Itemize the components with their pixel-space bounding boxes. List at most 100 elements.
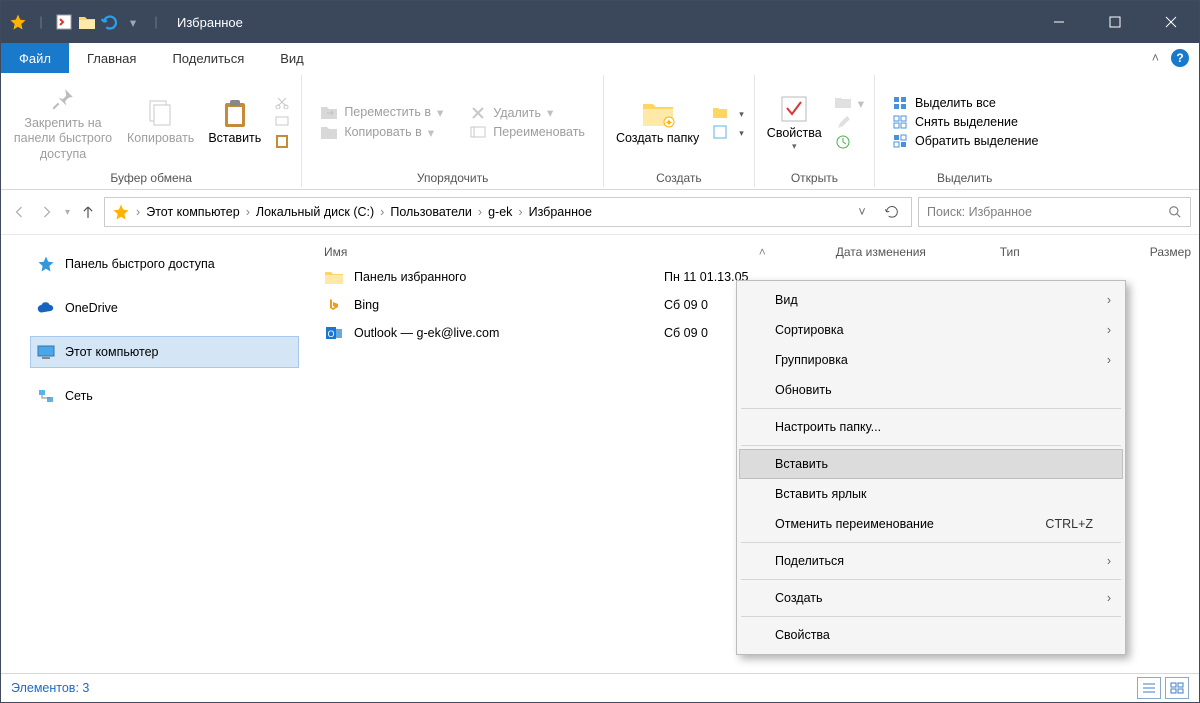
col-type[interactable]: Тип bbox=[1000, 245, 1150, 259]
new-item-icon bbox=[711, 107, 729, 119]
group-label: Буфер обмена bbox=[7, 169, 295, 187]
recent-dropdown[interactable]: ▾ bbox=[65, 207, 70, 218]
maximize-button[interactable] bbox=[1087, 1, 1143, 43]
menu-separator bbox=[741, 542, 1121, 543]
address-dropdown[interactable]: ˅ bbox=[847, 198, 877, 226]
menu-paste[interactable]: Вставить bbox=[739, 449, 1123, 479]
copy-button[interactable]: Копировать bbox=[121, 93, 200, 151]
breadcrumb-pc[interactable]: Этот компьютер› bbox=[143, 205, 253, 219]
help-icon[interactable]: ? bbox=[1171, 49, 1189, 67]
sidebar-item-this-pc[interactable]: Этот компьютер bbox=[31, 337, 298, 367]
breadcrumb-fav[interactable]: Избранное bbox=[526, 205, 595, 219]
breadcrumb-root[interactable]: › bbox=[109, 203, 143, 221]
invert-selection-button[interactable]: Обратить выделение bbox=[887, 133, 1042, 149]
group-clipboard: Закрепить на панели быстрого доступа Коп… bbox=[1, 75, 302, 187]
minimize-button[interactable] bbox=[1031, 1, 1087, 43]
separator-icon: | bbox=[145, 11, 167, 33]
collapse-ribbon-icon[interactable]: ˄ bbox=[1152, 51, 1159, 65]
rename-button[interactable]: Переименовать bbox=[465, 124, 589, 140]
menu-view[interactable]: Вид› bbox=[739, 285, 1123, 315]
titlebar: | ▾ | Избранное bbox=[1, 1, 1199, 43]
cut-button[interactable] bbox=[269, 94, 295, 110]
group-new: ✦ Создать папку Создать bbox=[604, 75, 755, 187]
menu-undo-rename[interactable]: Отменить переименованиеCTRL+Z bbox=[739, 509, 1123, 539]
tab-view[interactable]: Вид bbox=[262, 43, 322, 73]
copy-path-button[interactable] bbox=[269, 113, 295, 129]
open-button[interactable]: ▾ bbox=[830, 95, 868, 112]
breadcrumb-user[interactable]: g-ek› bbox=[485, 205, 526, 219]
new-item-button[interactable] bbox=[707, 105, 748, 121]
copyto-icon bbox=[320, 125, 338, 139]
cut-icon bbox=[273, 95, 291, 109]
sidebar-item-onedrive[interactable]: OneDrive bbox=[31, 293, 298, 323]
move-icon bbox=[320, 105, 338, 119]
delete-button[interactable]: Удалить ▾ bbox=[465, 104, 589, 121]
paste-shortcut-icon bbox=[273, 133, 291, 149]
paste-shortcut-button[interactable] bbox=[269, 132, 295, 150]
breadcrumb-users[interactable]: Пользователи› bbox=[387, 205, 485, 219]
folder-new-icon: ✦ bbox=[641, 97, 675, 131]
chevron-right-icon: › bbox=[1107, 293, 1111, 307]
rename-icon bbox=[469, 126, 487, 138]
folder-icon[interactable] bbox=[76, 11, 98, 33]
breadcrumb-disk[interactable]: Локальный диск (C:)› bbox=[253, 205, 387, 219]
sidebar-item-quick-access[interactable]: Панель быстрого доступа bbox=[31, 249, 298, 279]
new-folder-button[interactable]: ✦ Создать папку bbox=[610, 93, 705, 151]
group-label: Открыть bbox=[761, 169, 868, 187]
col-name[interactable]: Имя bbox=[324, 245, 664, 259]
menu-paste-shortcut[interactable]: Вставить ярлык bbox=[739, 479, 1123, 509]
star-icon[interactable] bbox=[7, 11, 29, 33]
menu-sort[interactable]: Сортировка› bbox=[739, 315, 1123, 345]
address-bar[interactable]: › Этот компьютер› Локальный диск (C:)› П… bbox=[104, 197, 912, 227]
easy-access-button[interactable] bbox=[707, 124, 748, 140]
properties-button[interactable]: Свойства ▾ bbox=[761, 88, 828, 157]
pin-label: Закрепить на панели быстрого доступа bbox=[13, 116, 113, 163]
details-view-button[interactable] bbox=[1137, 677, 1161, 699]
status-bar: Элементов: 3 bbox=[1, 673, 1199, 702]
menu-group[interactable]: Группировка› bbox=[739, 345, 1123, 375]
copy-to-button[interactable]: Копировать в ▾ bbox=[316, 124, 447, 141]
tab-file[interactable]: Файл bbox=[1, 43, 69, 73]
navbar: ▾ › Этот компьютер› Локальный диск (C:)›… bbox=[1, 190, 1199, 235]
back-button[interactable] bbox=[9, 202, 29, 222]
up-button[interactable] bbox=[78, 202, 98, 222]
search-box[interactable]: Поиск: Избранное bbox=[918, 197, 1191, 227]
search-placeholder: Поиск: Избранное bbox=[927, 205, 1168, 219]
svg-text:✦: ✦ bbox=[664, 118, 672, 128]
sidebar-item-network[interactable]: Сеть bbox=[31, 381, 298, 411]
menu-separator bbox=[741, 445, 1121, 446]
context-menu: Вид› Сортировка› Группировка› Обновить Н… bbox=[736, 280, 1126, 655]
col-date[interactable]: Дата изменения bbox=[836, 245, 1000, 259]
network-icon bbox=[37, 389, 55, 403]
properties-icon[interactable] bbox=[53, 11, 75, 33]
undo-icon[interactable] bbox=[99, 11, 121, 33]
paste-label: Вставить bbox=[208, 131, 261, 147]
pin-quick-access-button[interactable]: Закрепить на панели быстрого доступа bbox=[7, 78, 119, 167]
menu-refresh[interactable]: Обновить bbox=[739, 375, 1123, 405]
menu-properties[interactable]: Свойства bbox=[739, 620, 1123, 650]
ribbon: Закрепить на панели быстрого доступа Коп… bbox=[1, 73, 1199, 190]
select-none-button[interactable]: Снять выделение bbox=[887, 114, 1042, 130]
bing-icon bbox=[324, 297, 344, 313]
select-all-button[interactable]: Выделить все bbox=[887, 95, 1042, 111]
menu-share[interactable]: Поделиться› bbox=[739, 546, 1123, 576]
tab-home[interactable]: Главная bbox=[69, 43, 154, 73]
icons-view-button[interactable] bbox=[1165, 677, 1189, 699]
col-size[interactable]: Размер bbox=[1150, 245, 1191, 259]
select-all-icon bbox=[891, 96, 909, 110]
refresh-button[interactable] bbox=[877, 198, 907, 226]
tab-share[interactable]: Поделиться bbox=[154, 43, 262, 73]
forward-button[interactable] bbox=[37, 202, 57, 222]
move-to-button[interactable]: Переместить в ▾ bbox=[316, 104, 447, 121]
history-button[interactable] bbox=[830, 134, 868, 150]
menu-new[interactable]: Создать› bbox=[739, 583, 1123, 613]
qat-dropdown-icon[interactable]: ▾ bbox=[122, 11, 144, 33]
menu-customize-folder[interactable]: Настроить папку... bbox=[739, 412, 1123, 442]
close-button[interactable] bbox=[1143, 1, 1199, 43]
menu-separator bbox=[741, 408, 1121, 409]
open-icon bbox=[834, 97, 852, 109]
edit-button[interactable] bbox=[830, 115, 868, 131]
paste-button[interactable]: Вставить bbox=[202, 93, 267, 151]
chevron-right-icon: › bbox=[1107, 323, 1111, 337]
window-title: Избранное bbox=[167, 15, 1031, 30]
